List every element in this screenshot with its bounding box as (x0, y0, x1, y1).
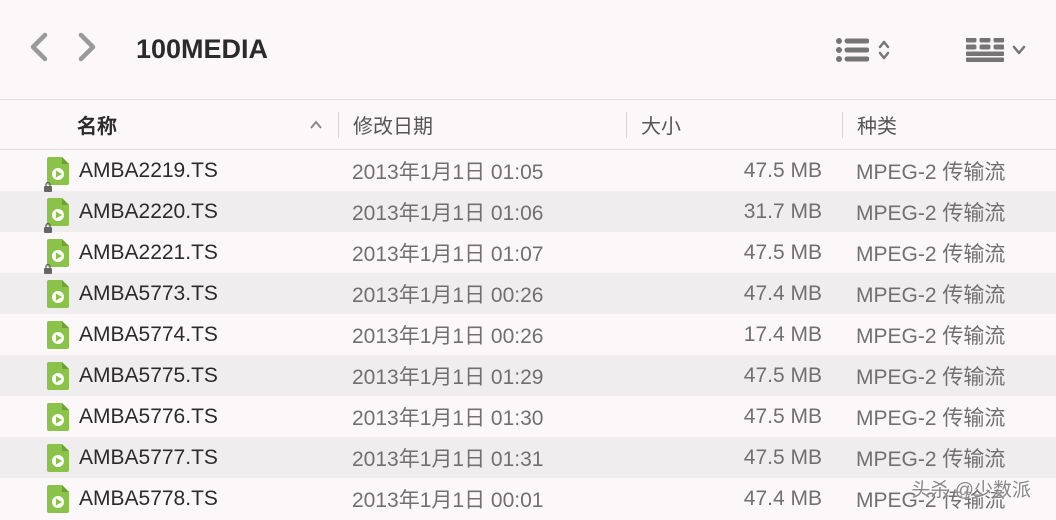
table-row[interactable]: AMBA2221.TS 2013年1月1日 01:07 47.5 MB MPEG… (0, 232, 1056, 273)
file-name-cell: AMBA2221.TS (0, 239, 338, 267)
file-date-cell: 2013年1月1日 01:31 (338, 443, 625, 473)
file-date-cell: 2013年1月1日 01:07 (338, 238, 625, 268)
file-name-cell: AMBA5778.TS (0, 485, 338, 513)
file-size-cell: 47.5 MB (625, 405, 842, 429)
file-size-cell: 47.5 MB (625, 364, 842, 388)
column-name-label: 名称 (77, 110, 117, 139)
file-name: AMBA5773.TS (79, 282, 218, 306)
file-name: AMBA5775.TS (79, 364, 218, 388)
column-kind-label: 种类 (857, 116, 897, 138)
table-row[interactable]: AMBA2219.TS 2013年1月1日 01:05 47.5 MB MPEG… (0, 150, 1056, 191)
video-file-icon (47, 239, 69, 267)
file-name-cell: AMBA5777.TS (0, 444, 338, 472)
column-header-size[interactable]: 大小 (627, 110, 842, 139)
list-view-button[interactable] (835, 37, 891, 63)
file-name: AMBA5778.TS (79, 487, 218, 511)
file-name-cell: AMBA5775.TS (0, 362, 338, 390)
video-file-icon (47, 280, 69, 308)
file-size-cell: 47.5 MB (625, 241, 842, 265)
table-row[interactable]: AMBA5776.TS 2013年1月1日 01:30 47.5 MB MPEG… (0, 396, 1056, 437)
video-file-icon (47, 198, 69, 226)
file-date-cell: 2013年1月1日 01:06 (338, 197, 625, 227)
file-name: AMBA5776.TS (79, 405, 218, 429)
file-name: AMBA2219.TS (79, 159, 218, 183)
file-name-cell: AMBA2220.TS (0, 198, 338, 226)
video-file-icon (47, 444, 69, 472)
file-name: AMBA2221.TS (79, 241, 218, 265)
video-file-icon (47, 157, 69, 185)
table-row[interactable]: AMBA5775.TS 2013年1月1日 01:29 47.5 MB MPEG… (0, 355, 1056, 396)
file-date-cell: 2013年1月1日 00:01 (338, 484, 625, 514)
file-date-cell: 2013年1月1日 01:05 (338, 156, 625, 186)
file-kind-cell: MPEG-2 传输流 (842, 279, 1056, 309)
file-list: AMBA2219.TS 2013年1月1日 01:05 47.5 MB MPEG… (0, 150, 1056, 519)
toolbar: 100MEDIA (0, 0, 1056, 100)
nav-arrows (30, 32, 96, 67)
column-header-kind[interactable]: 种类 (843, 110, 1056, 139)
table-row[interactable]: AMBA5774.TS 2013年1月1日 00:26 17.4 MB MPEG… (0, 314, 1056, 355)
file-kind-cell: MPEG-2 传输流 (842, 484, 1056, 514)
view-controls (835, 37, 1026, 63)
chevron-updown-icon (877, 39, 891, 61)
video-file-icon (47, 362, 69, 390)
column-header-name[interactable]: 名称 (0, 110, 338, 139)
table-row[interactable]: AMBA5778.TS 2013年1月1日 00:01 47.4 MB MPEG… (0, 478, 1056, 519)
file-size-cell: 17.4 MB (625, 323, 842, 347)
columns-header: 名称 修改日期 大小 种类 (0, 100, 1056, 150)
lock-badge-icon (42, 216, 54, 228)
file-date-cell: 2013年1月1日 01:30 (338, 402, 625, 432)
file-kind-cell: MPEG-2 传输流 (842, 361, 1056, 391)
chevron-down-icon (1012, 45, 1026, 55)
column-date-label: 修改日期 (353, 116, 433, 138)
file-size-cell: 47.5 MB (625, 446, 842, 470)
file-kind-cell: MPEG-2 传输流 (842, 320, 1056, 350)
file-size-cell: 47.4 MB (625, 487, 842, 511)
sort-ascending-icon (309, 113, 323, 136)
file-name-cell: AMBA5774.TS (0, 321, 338, 349)
file-name-cell: AMBA5773.TS (0, 280, 338, 308)
file-size-cell: 31.7 MB (625, 200, 842, 224)
file-name: AMBA5777.TS (79, 446, 218, 470)
file-date-cell: 2013年1月1日 00:26 (338, 279, 625, 309)
file-size-cell: 47.5 MB (625, 159, 842, 183)
file-date-cell: 2013年1月1日 01:29 (338, 361, 625, 391)
file-name-cell: AMBA2219.TS (0, 157, 338, 185)
file-name: AMBA2220.TS (79, 200, 218, 224)
file-date-cell: 2013年1月1日 00:26 (338, 320, 625, 350)
folder-title: 100MEDIA (136, 34, 268, 65)
file-kind-cell: MPEG-2 传输流 (842, 156, 1056, 186)
file-kind-cell: MPEG-2 传输流 (842, 238, 1056, 268)
forward-button[interactable] (78, 32, 96, 67)
video-file-icon (47, 403, 69, 431)
file-kind-cell: MPEG-2 传输流 (842, 402, 1056, 432)
grid-view-button[interactable] (966, 38, 1026, 62)
video-file-icon (47, 321, 69, 349)
lock-badge-icon (42, 257, 54, 269)
file-size-cell: 47.4 MB (625, 282, 842, 306)
lock-badge-icon (42, 175, 54, 187)
file-name-cell: AMBA5776.TS (0, 403, 338, 431)
column-size-label: 大小 (641, 116, 681, 138)
back-button[interactable] (30, 32, 48, 67)
video-file-icon (47, 485, 69, 513)
table-row[interactable]: AMBA2220.TS 2013年1月1日 01:06 31.7 MB MPEG… (0, 191, 1056, 232)
table-row[interactable]: AMBA5773.TS 2013年1月1日 00:26 47.4 MB MPEG… (0, 273, 1056, 314)
file-name: AMBA5774.TS (79, 323, 218, 347)
file-kind-cell: MPEG-2 传输流 (842, 197, 1056, 227)
table-row[interactable]: AMBA5777.TS 2013年1月1日 01:31 47.5 MB MPEG… (0, 437, 1056, 478)
column-header-date[interactable]: 修改日期 (339, 110, 626, 139)
file-kind-cell: MPEG-2 传输流 (842, 443, 1056, 473)
